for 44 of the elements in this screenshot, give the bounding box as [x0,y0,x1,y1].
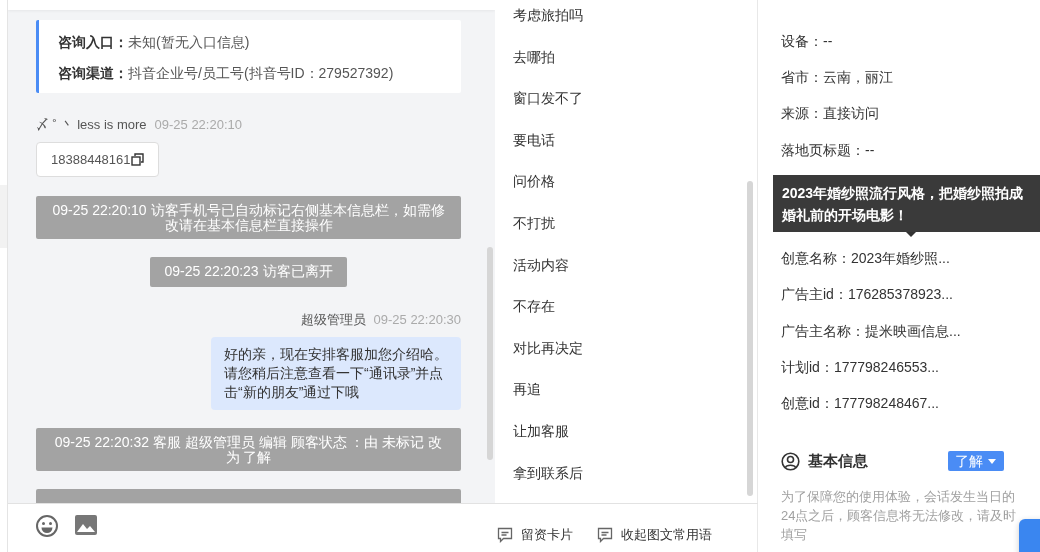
toolbar-button[interactable]: 留资卡片 [497,517,573,552]
phrase-item[interactable]: 不存在 [513,298,555,315]
card-line: 咨询渠道：抖音企业号/员工号(抖音号ID：279527392) [58,64,395,83]
sender-name: 〆 ˚ 丶 less is more [36,117,147,133]
phrase-item[interactable]: 让加客服 [513,422,569,439]
message-time: 09-25 22:20:30 [373,312,461,328]
phrase-item[interactable]: 考虑旅拍吗 [513,7,583,23]
info-row: 广告主id：176285378923... [781,286,953,303]
card-line: 咨询入口：未知(暂无入口信息) [58,33,251,52]
caret-icon [988,458,996,464]
system-message: 09-25 22:20:23 访客已离开 [150,257,347,287]
info-row: 来源：直接访问 [781,105,879,122]
image-icon[interactable] [74,514,98,536]
info-row: 省市：云南，丽江 [781,69,893,86]
info-row: 创意id：177798248467... [781,394,939,411]
system-message: 09-25 22:20:32 客服 超级管理员 编辑 顾客状态 ：由 未标记 改为 了解 [36,428,461,471]
message-bubble: 好的亲，现在安排客服加您介绍哈。请您稍后注意查看一下“通讯录”并点击“新的朋友”通过下哦 [211,337,461,410]
message-icon [597,526,613,543]
info-row: 创意名称：2023年婚纱照... [781,250,950,267]
sender-name: 超级管理员 [300,312,366,328]
phrase-item[interactable]: 不打扰 [513,214,555,231]
phrase-item[interactable]: 活动内容 [513,256,569,273]
phone-card[interactable]: 18388448161 [36,142,159,177]
info-note: 为了保障您的使用体验，会话发生当日的24点之后，顾客信息将无法修改，请及时填写 [781,488,1018,545]
info-row: 广告主名称：提米映画信息... [781,322,961,339]
phrase-item[interactable]: 问价格 [513,173,555,190]
info-row: 设备：-- [781,33,833,49]
tooltip: 2023年婚纱照流行风格，把婚纱照拍成婚礼前的开场电影！ [773,175,1040,232]
info-row: 计划id：177798246553... [781,358,939,375]
phrase-item[interactable]: 窗口发不了 [513,90,583,107]
phrase-item[interactable]: 去哪拍 [513,48,555,65]
phrase-item[interactable]: 对比再决定 [513,339,583,356]
message-icon [497,526,513,543]
info-row: 落地页标题：-- [781,141,875,158]
phrase-item[interactable]: 要电话 [513,131,555,148]
phrase-item[interactable]: 再追 [513,381,541,398]
message-time: 09-25 22:20:10 [154,117,242,133]
user-icon [781,451,800,471]
phrase-item[interactable]: 拿到联系后 [513,464,583,481]
toolbar-button[interactable]: 收起图文常用语 [597,517,712,552]
copy-icon[interactable] [130,153,144,166]
section-title: 基本信息 [808,451,869,471]
emoji-icon[interactable] [35,514,59,538]
system-message: 09-25 22:20:10 访客手机号已自动标记右侧基本信息栏，如需修改请在基本信息栏直接操作 [36,196,461,239]
